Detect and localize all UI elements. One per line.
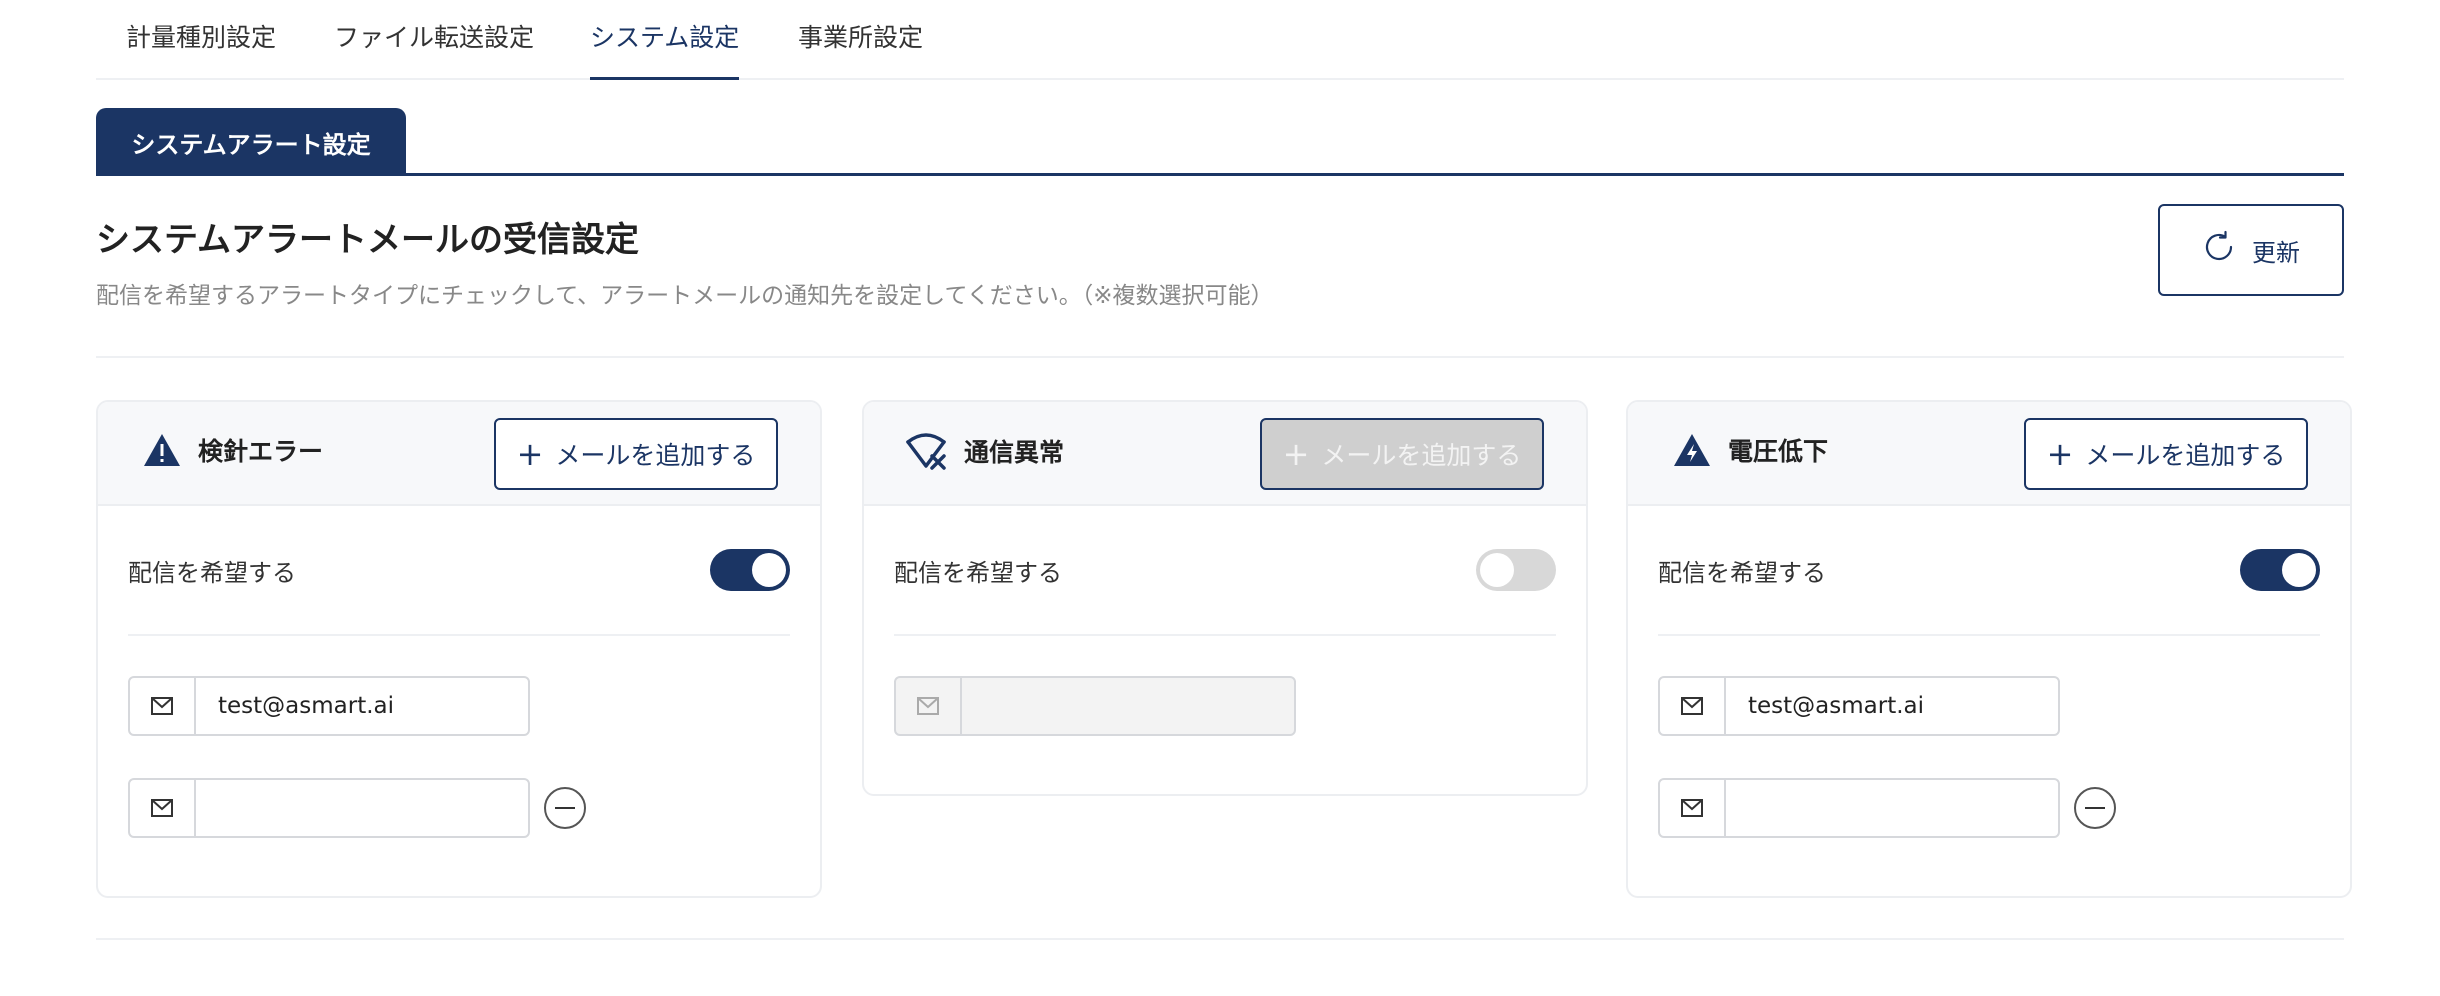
- email-row: [1658, 676, 2320, 736]
- alert-card-communication-error: 通信異常 + メールを追加する 配信を希望する: [862, 400, 1588, 796]
- remove-email-button[interactable]: [2074, 787, 2116, 829]
- mail-icon: [130, 780, 196, 836]
- deliver-setting-row: 配信を希望する: [128, 506, 790, 636]
- section-divider: [96, 356, 2344, 358]
- email-field: [128, 778, 530, 838]
- add-email-label: メールを追加する: [1321, 441, 1522, 470]
- tab-system-alert-settings[interactable]: システムアラート設定: [96, 108, 406, 176]
- main-nav-tabs: 計量種別設定 ファイル転送設定 システム設定 事業所設定: [96, 0, 2344, 80]
- toggle-knob: [2282, 553, 2316, 587]
- mail-icon: [896, 678, 962, 734]
- plus-icon: +: [516, 435, 544, 473]
- deliver-setting-row: 配信を希望する: [1658, 506, 2320, 636]
- wifi-off-icon: [904, 432, 948, 470]
- card-body: 配信を希望する: [98, 506, 820, 838]
- deliver-label: 配信を希望する: [1658, 558, 1826, 587]
- plus-icon: +: [2046, 435, 2074, 473]
- sub-tabs: システムアラート設定: [96, 108, 2344, 176]
- section-divider: [96, 938, 2344, 940]
- deliver-label: 配信を希望する: [894, 558, 1062, 587]
- deliver-toggle[interactable]: [2240, 549, 2320, 591]
- card-title-text: 通信異常: [964, 438, 1065, 467]
- email-row: [894, 676, 1556, 736]
- page-description: 配信を希望するアラートタイプにチェックして、アラートメールの通知先を設定してくだ…: [96, 283, 1274, 309]
- tab-file-transfer-settings[interactable]: ファイル転送設定: [334, 18, 534, 80]
- mail-icon: [1660, 678, 1726, 734]
- card-body: 配信を希望する: [864, 506, 1586, 736]
- add-email-button[interactable]: + メールを追加する: [494, 418, 778, 490]
- mail-icon: [130, 678, 196, 734]
- refresh-button[interactable]: 更新: [2158, 204, 2344, 296]
- email-field: [1658, 676, 2060, 736]
- email-row: [128, 778, 790, 838]
- card-title-text: 検針エラー: [198, 437, 324, 466]
- tab-label: システムアラート設定: [131, 130, 371, 159]
- tab-office-settings[interactable]: 事業所設定: [798, 18, 923, 80]
- card-title-text: 電圧低下: [1728, 437, 1829, 466]
- alert-card-meter-reading-error: 検針エラー + メールを追加する 配信を希望する: [96, 400, 822, 898]
- card-body: 配信を希望する: [1628, 506, 2350, 838]
- email-input[interactable]: [196, 678, 528, 734]
- voltage-triangle-icon: [1672, 432, 1712, 468]
- tab-label: 事業所設定: [798, 23, 924, 52]
- email-row: [128, 676, 790, 736]
- email-row: [1658, 778, 2320, 838]
- tab-measurement-type-settings[interactable]: 計量種別設定: [126, 18, 276, 80]
- refresh-icon: [2202, 230, 2236, 270]
- card-header: 通信異常 + メールを追加する: [864, 402, 1586, 506]
- email-field: [894, 676, 1296, 736]
- toggle-knob: [752, 553, 786, 587]
- warning-triangle-icon: [142, 432, 182, 468]
- add-email-button[interactable]: + メールを追加する: [2024, 418, 2308, 490]
- add-email-label: メールを追加する: [555, 441, 756, 470]
- email-input[interactable]: [196, 780, 528, 836]
- email-input[interactable]: [1726, 678, 2058, 734]
- add-email-button[interactable]: + メールを追加する: [1260, 418, 1544, 490]
- toggle-knob: [1480, 553, 1514, 587]
- tab-label: システム設定: [590, 23, 740, 52]
- deliver-setting-row: 配信を希望する: [894, 506, 1556, 636]
- card-title: 電圧低下: [1672, 432, 1828, 468]
- tab-label: 計量種別設定: [126, 23, 277, 52]
- refresh-label: 更新: [2252, 238, 2300, 267]
- card-header: 検針エラー + メールを追加する: [98, 402, 820, 506]
- mail-icon: [1660, 780, 1726, 836]
- email-field: [128, 676, 530, 736]
- page-title: システムアラートメールの受信設定: [96, 220, 639, 260]
- email-field: [1658, 778, 2060, 838]
- tab-label: ファイル転送設定: [334, 23, 535, 52]
- card-title: 検針エラー: [142, 432, 323, 468]
- card-title: 通信異常: [904, 432, 1064, 470]
- plus-icon: +: [1282, 435, 1310, 473]
- deliver-toggle[interactable]: [1476, 549, 1556, 591]
- deliver-toggle[interactable]: [710, 549, 790, 591]
- deliver-label: 配信を希望する: [128, 558, 296, 587]
- email-input[interactable]: [1726, 780, 2058, 836]
- add-email-label: メールを追加する: [2085, 441, 2286, 470]
- card-header: 電圧低下 + メールを追加する: [1628, 402, 2350, 506]
- tab-system-settings[interactable]: システム設定: [590, 18, 740, 80]
- email-input[interactable]: [962, 678, 1294, 734]
- remove-email-button[interactable]: [544, 787, 586, 829]
- alert-card-voltage-drop: 電圧低下 + メールを追加する 配信を希望する: [1626, 400, 2352, 898]
